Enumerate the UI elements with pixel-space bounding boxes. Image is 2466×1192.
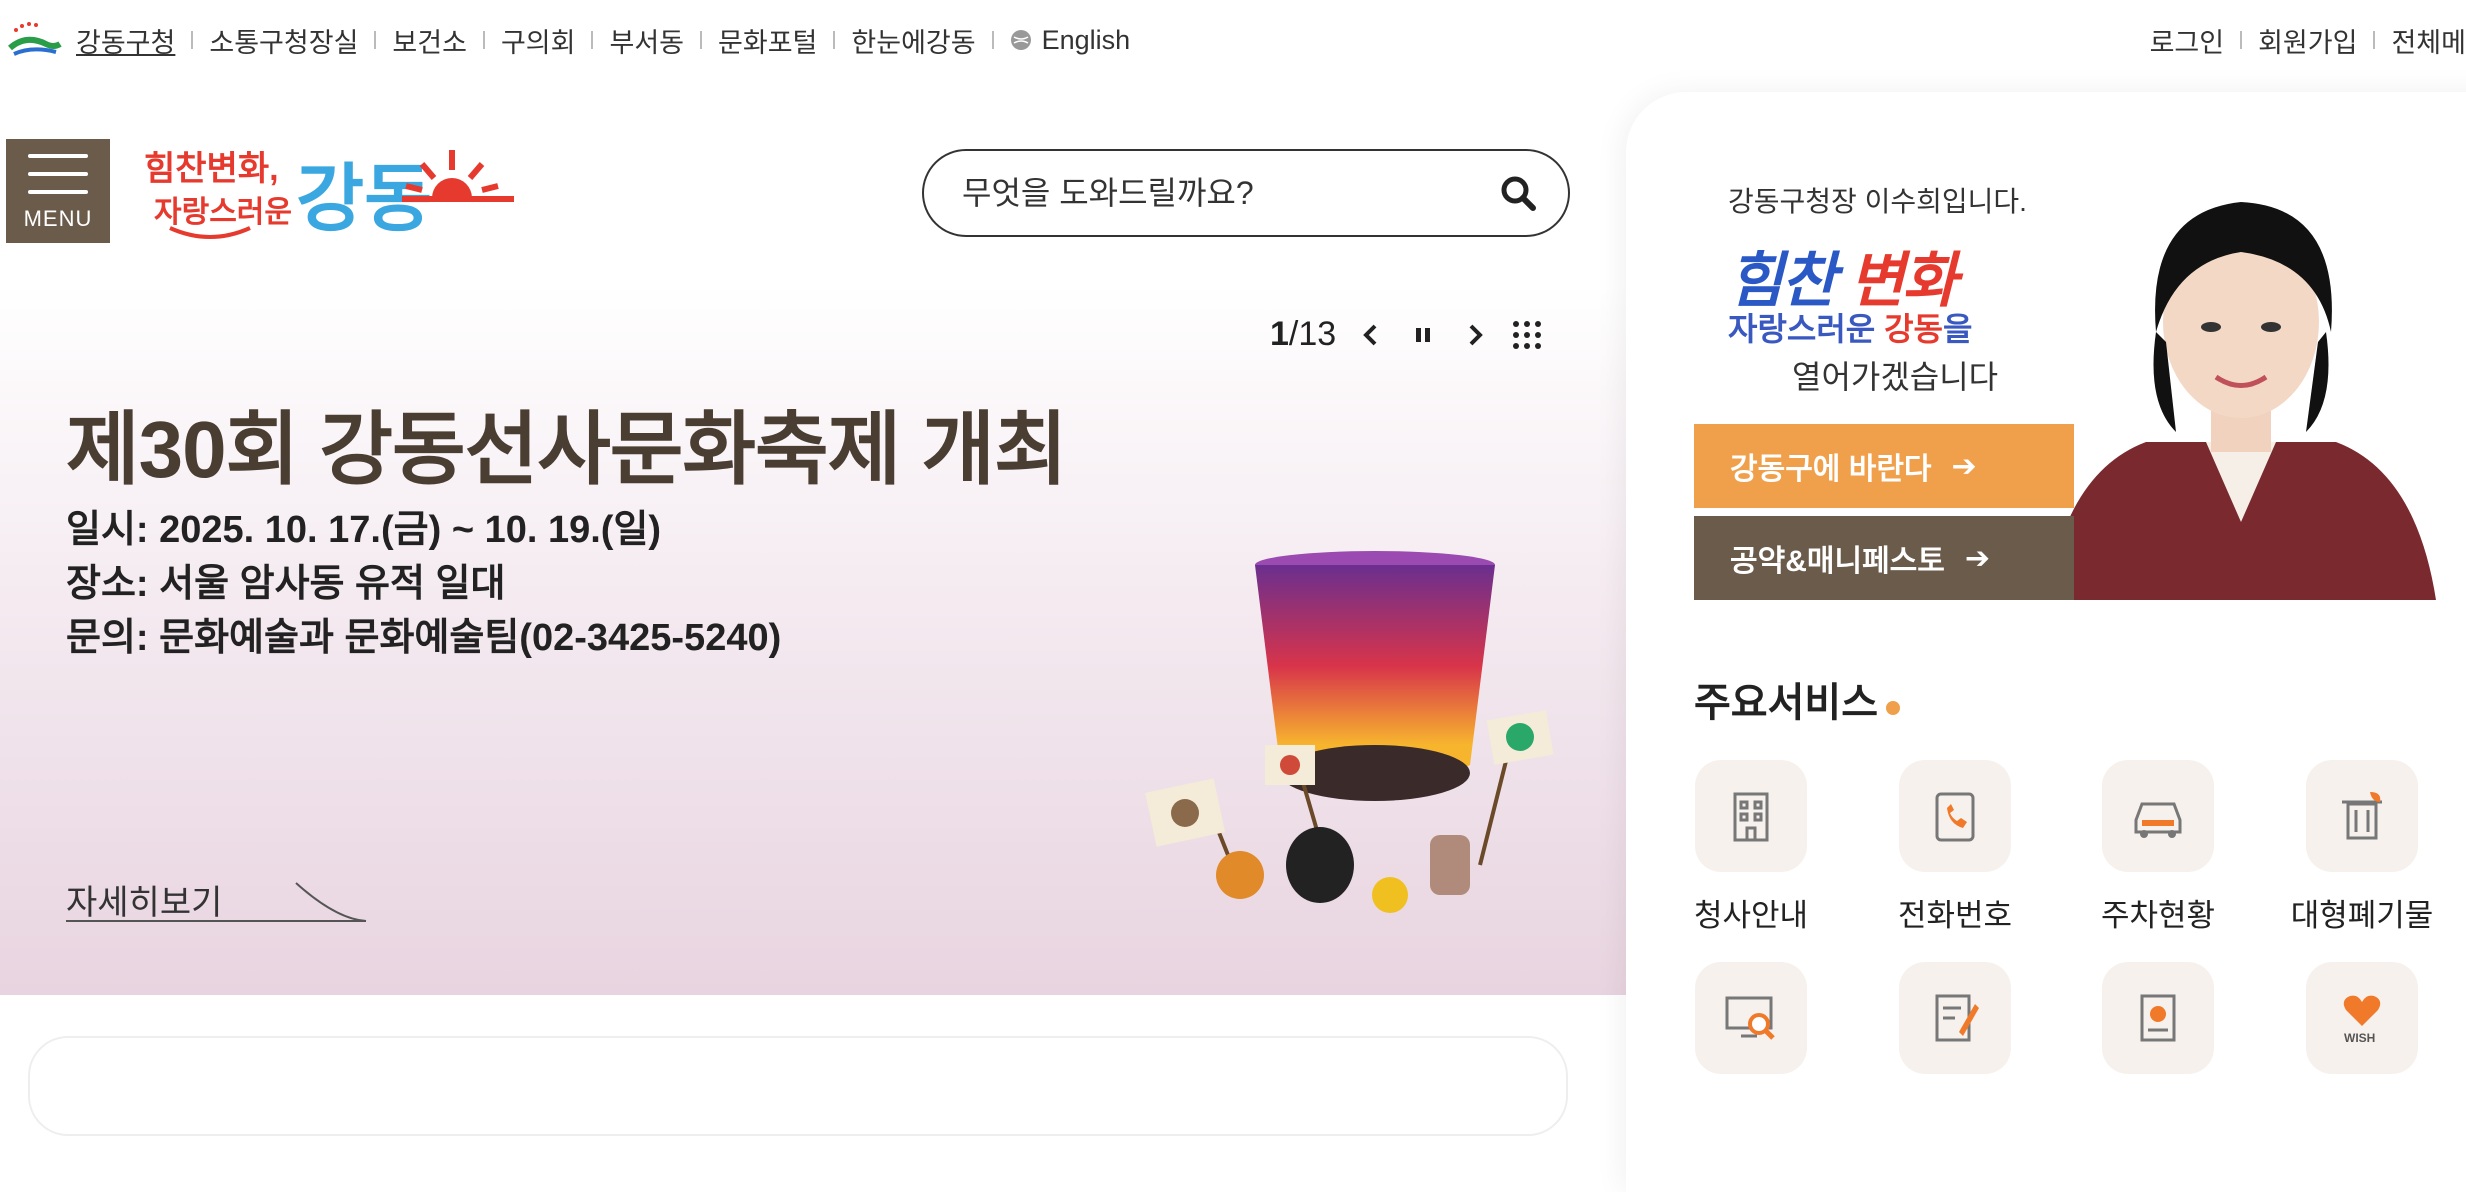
title-dot xyxy=(1886,701,1900,715)
logo-text-line2: 자랑스러운 xyxy=(154,196,292,229)
mayor-portrait xyxy=(2046,202,2436,600)
service-document[interactable] xyxy=(2068,962,2248,1074)
arrow-right-icon: ➔ xyxy=(1951,449,1977,483)
service-bulk-waste[interactable]: 대형폐기물 xyxy=(2272,760,2452,935)
manifesto-label: 공약&매니페스토 xyxy=(1730,545,1945,578)
service-application-form[interactable] xyxy=(1865,962,2045,1074)
link-english[interactable]: English xyxy=(1042,25,1131,56)
slogan-line-2: 자랑스러운 강동을 xyxy=(1728,304,1972,350)
notice-panel xyxy=(28,1036,1568,1136)
arrow-right-icon: ➔ xyxy=(1964,541,1991,575)
divider xyxy=(591,31,594,49)
divider xyxy=(482,31,485,49)
suggestion-button[interactable]: 강동구에 바란다 ➔ xyxy=(1694,424,2074,508)
divider xyxy=(2240,31,2243,49)
slogan-line-2-c: 을 xyxy=(1942,311,1973,347)
gangdong-symbol-icon xyxy=(8,22,62,56)
divider xyxy=(374,31,377,49)
service-label: 전화번호 xyxy=(1897,898,2013,933)
main-visual-slider: 1/13 제30회 강동선사문화축제 개최 일시: 2025. 10. 17.(… xyxy=(0,285,1626,995)
wish-text: WISH xyxy=(2344,1031,2375,1045)
hamburger-icon xyxy=(28,150,88,198)
prev-slide-icon[interactable] xyxy=(1354,318,1388,352)
manifesto-button[interactable]: 공약&매니페스토 ➔ xyxy=(1694,516,2074,600)
view-details-link[interactable]: 자세히보기 xyxy=(66,875,376,922)
right-panel: 강동구청장 이수희입니다. 힘찬 변화 자랑스러운 강동을 열어가겠습니다 강동… xyxy=(1626,92,2466,1192)
top-utility-bar: 강동구청 소통구청장실 보건소 구의회 부서동 문화포털 한눈에강동 Engli… xyxy=(0,0,2466,80)
menu-button[interactable]: MENU xyxy=(6,139,110,243)
link-council[interactable]: 구의회 xyxy=(501,21,576,60)
link-culture-portal[interactable]: 문화포털 xyxy=(718,21,817,60)
search-input[interactable] xyxy=(960,173,1498,213)
site-links: 강동구청 소통구청장실 보건소 구의회 부서동 문화포털 한눈에강동 Engli… xyxy=(6,20,1130,60)
pause-icon[interactable] xyxy=(1406,318,1440,352)
trash-icon xyxy=(2306,760,2418,872)
main-services-label: 주요서비스 xyxy=(1694,681,1878,725)
edit-form-icon xyxy=(1899,962,2011,1074)
link-health-center[interactable]: 보건소 xyxy=(392,21,467,60)
divider xyxy=(833,31,836,49)
brand-logo[interactable]: 힘찬변화, 자랑스러운 강동 xyxy=(140,140,520,250)
slide-date: 일시: 2025. 10. 17.(금) ~ 10. 19.(일) xyxy=(66,509,662,551)
service-label: 대형폐기물 xyxy=(2290,898,2434,933)
service-phone-directory[interactable]: 전화번호 xyxy=(1865,760,2045,935)
slogan-line-2-b: 강동 xyxy=(1884,311,1943,347)
wish-heart-icon: WISH xyxy=(2306,962,2418,1074)
signup-link[interactable]: 회원가입 xyxy=(2258,21,2357,60)
service-parking-status[interactable]: 주차현황 xyxy=(2068,760,2248,935)
main-services-title: 주요서비스 xyxy=(1694,670,1900,728)
mayor-greeting: 강동구청장 이수희입니다. xyxy=(1728,186,2027,217)
slide-details: 일시: 2025. 10. 17.(금) ~ 10. 19.(일) 장소: 서울… xyxy=(66,503,781,665)
slogan-line-2-a: 자랑스러운 xyxy=(1728,311,1885,347)
slider-controls: 1/13 xyxy=(1270,315,1544,354)
account-links: 로그인 회원가입 전체메 xyxy=(2150,21,2466,60)
building-icon xyxy=(1695,760,1807,872)
menu-label: MENU xyxy=(23,206,93,231)
suggestion-label: 강동구에 바란다 xyxy=(1730,453,1932,486)
logo-text-line1: 힘찬변화, xyxy=(144,150,279,188)
search-box xyxy=(922,149,1570,237)
document-globe-icon xyxy=(2102,962,2214,1074)
monitor-search-icon xyxy=(1695,962,1807,1074)
slide-total: 13 xyxy=(1298,315,1337,353)
divider xyxy=(991,31,994,49)
divider xyxy=(700,31,703,49)
slide-place: 장소: 서울 암사동 유적 일대 xyxy=(66,563,506,605)
slide-current: 1 xyxy=(1270,315,1289,353)
service-building-guide[interactable]: 청사안내 xyxy=(1661,760,1841,935)
service-wish[interactable]: WISH xyxy=(2272,962,2452,1074)
arrow-line-icon xyxy=(66,882,367,922)
slide-title: 제30회 강동선사문화축제 개최 xyxy=(66,405,1068,494)
link-at-a-glance[interactable]: 한눈에강동 xyxy=(851,21,975,60)
slogan-line-3: 열어가겠습니다 xyxy=(1792,359,1999,395)
globe-icon xyxy=(1010,30,1031,50)
search-icon[interactable] xyxy=(1498,173,1538,213)
festival-lantern-illustration xyxy=(1145,551,1554,913)
car-icon xyxy=(2102,760,2214,872)
link-mayor-office[interactable]: 소통구청장실 xyxy=(209,21,358,60)
divider xyxy=(2373,31,2376,49)
phone-book-icon xyxy=(1899,760,2011,872)
slide-counter: 1/13 xyxy=(1270,315,1337,353)
all-menu-link[interactable]: 전체메 xyxy=(2391,21,2466,60)
link-gangdong-office[interactable]: 강동구청 xyxy=(76,21,175,60)
service-online-search[interactable] xyxy=(1661,962,1841,1074)
service-label: 청사안내 xyxy=(1693,898,1809,933)
service-label: 주차현황 xyxy=(2100,898,2216,933)
login-link[interactable]: 로그인 xyxy=(2150,21,2225,60)
slide-contact: 문의: 문화예술과 문화예술팀(02-3425-5240) xyxy=(66,617,782,659)
grid-view-icon[interactable] xyxy=(1510,318,1544,352)
next-slide-icon[interactable] xyxy=(1458,318,1492,352)
link-departments[interactable]: 부서동 xyxy=(609,21,684,60)
divider xyxy=(191,31,194,49)
